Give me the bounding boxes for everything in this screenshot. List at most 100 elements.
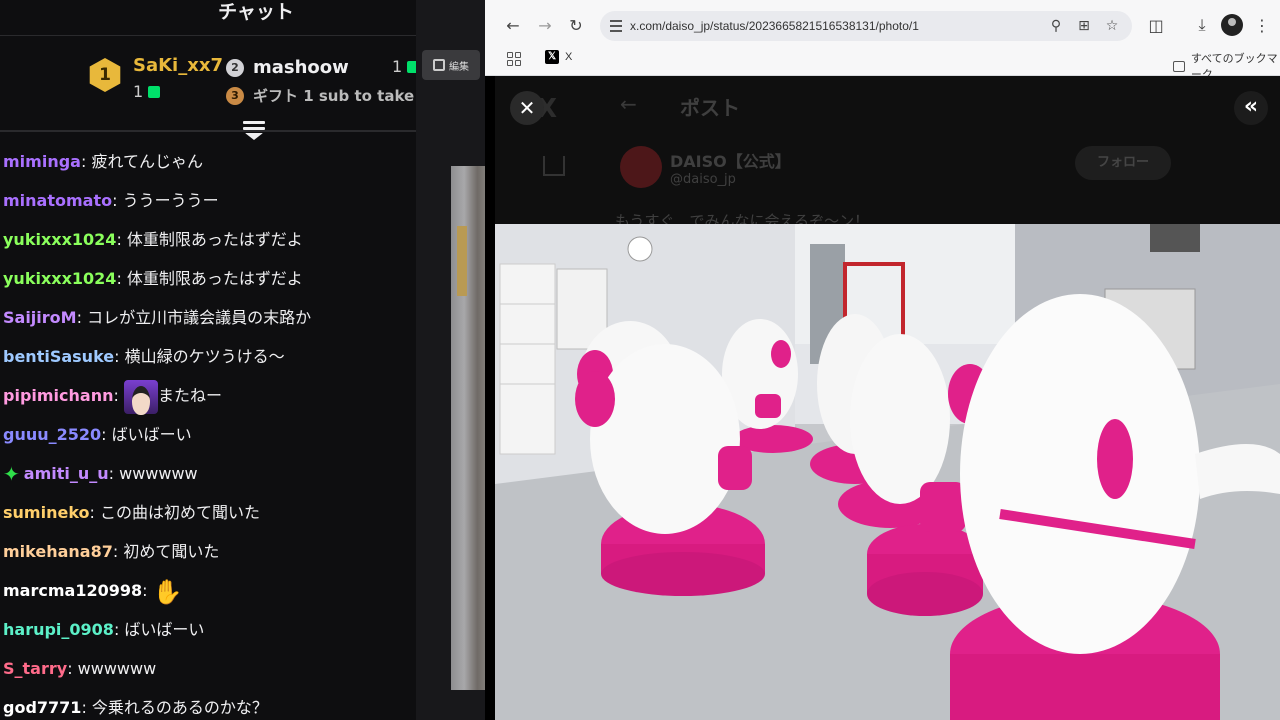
post-page-title: ポスト (680, 96, 740, 120)
chat-message: marcma120998: ✋ (0, 571, 416, 610)
back-icon[interactable]: ← (499, 11, 527, 39)
gift-icon (148, 85, 161, 98)
dimmed-post-background: X ← ポスト DAISO【公式】 @daiso_jp フォロー もうすぐ でみ… (495, 76, 1280, 230)
chat-username[interactable]: S_tarry (3, 659, 67, 678)
chat-separator: : (80, 152, 92, 171)
gift-prompt-text: ギフト 1 sub to take 3th (253, 87, 416, 105)
divider (0, 130, 416, 132)
chat-message: S_tarry: wwwwww (0, 649, 416, 688)
chat-username[interactable]: yukixxx1024 (3, 269, 116, 288)
edit-button[interactable]: 編集 (422, 50, 480, 80)
chat-username[interactable]: miminga (3, 152, 81, 171)
rank-2-badge-icon: 2 (226, 58, 244, 77)
chat-message-text: wwwwww (77, 659, 157, 678)
chat-username[interactable]: marcma120998 (3, 581, 142, 600)
chat-username[interactable]: minatomato (3, 191, 112, 210)
chat-separator: : (142, 581, 153, 600)
gift-count: 1 (133, 82, 144, 101)
chat-username[interactable]: amiti_u_u (24, 464, 109, 483)
bookmarks-bar: 𝕏 X すべてのブックマーク (485, 44, 1280, 81)
chat-message: SaijiroM: コレが立川市議会議員の末路か (0, 298, 416, 337)
chat-username[interactable]: sumineko (3, 503, 90, 522)
leaderboard-first[interactable]: 1 (88, 58, 122, 92)
chat-message: pipimichann: またねー (0, 376, 416, 415)
leaderboard-second-count: 1 (392, 57, 416, 76)
bookmark-x[interactable]: 𝕏 X (545, 50, 572, 64)
chat-message-text: 体重制限あったはずだよ (126, 269, 303, 288)
forward-icon[interactable]: → (531, 11, 559, 39)
chat-username[interactable]: yukixxx1024 (3, 230, 116, 249)
post-photo-elephant-mascots (495, 224, 1280, 720)
face-emote-icon[interactable] (123, 379, 158, 415)
follow-button: フォロー (1075, 146, 1171, 180)
chat-message-text: 初めて聞いた (123, 542, 220, 561)
rank-3-badge-icon: 3 (226, 86, 244, 105)
chat-separator: : (114, 347, 125, 366)
downloads-icon[interactable]: ⤓ (1188, 11, 1216, 39)
chat-message-text: 疲れてんじゃん (91, 152, 203, 171)
chat-message-text: 体重制限あったはずだよ (126, 230, 303, 249)
rank-1-badge-icon: 1 (89, 58, 121, 92)
address-bar[interactable]: x.com/daiso_jp/status/202366582151653813… (600, 11, 1132, 41)
chat-header: チャット (0, 0, 416, 36)
chat-message: guuu_2520: ばいばーい (0, 415, 416, 454)
browser-window: ← → ↻ x.com/daiso_jp/status/202366582151… (485, 0, 1280, 720)
bookmark-star-icon[interactable]: ☆ (1102, 16, 1122, 36)
gift-icon (407, 60, 416, 73)
profile-avatar-icon[interactable] (1221, 14, 1243, 36)
chat-username[interactable]: bentiSasuke (3, 347, 114, 366)
author-avatar (620, 146, 662, 188)
hands-emote-icon[interactable]: ✋ (153, 577, 183, 607)
chat-message: god7771: 今乗れるのあるのかな？ (0, 688, 416, 720)
collapse-panel-chevron-icon[interactable]: « (1234, 91, 1268, 125)
leaderboard-second[interactable]: 2 mashoow (226, 57, 349, 78)
chat-message: ✦ amiti_u_u: wwwwww (0, 454, 416, 493)
collapse-leaderboard-icon[interactable] (243, 121, 265, 141)
chat-separator: : (81, 698, 92, 717)
chat-panel: チャット 1 SaKi_xx7 1 2 mashoow 1 3 ギフト 1 su… (0, 0, 416, 720)
gift-count: 1 (392, 57, 403, 76)
leaderboard-first-count: 1 (133, 82, 161, 101)
chat-message-text: またねー (157, 386, 222, 405)
chat-message: minatomato: ううーううー (0, 181, 416, 220)
chat-message: sumineko: この曲は初めて聞いた (0, 493, 416, 532)
leaderboard-first-name[interactable]: SaKi_xx7 (133, 55, 223, 76)
chat-username[interactable]: god7771 (3, 698, 81, 717)
chat-message-text: ばいばーい (111, 425, 192, 444)
chat-separator: : (76, 308, 88, 327)
chat-username[interactable]: pipimichann (3, 386, 113, 405)
chat-username[interactable]: guuu_2520 (3, 425, 101, 444)
chat-message: miminga: 疲れてんじゃん (0, 142, 416, 181)
chat-username[interactable]: harupi_0908 (3, 620, 114, 639)
back-arrow-icon: ← (620, 92, 637, 116)
edit-button-label: 編集 (449, 61, 469, 73)
chat-separator: : (116, 230, 127, 249)
reload-icon[interactable]: ↻ (562, 11, 590, 39)
chat-message-text: この曲は初めて聞いた (100, 503, 261, 522)
url-text[interactable]: x.com/daiso_jp/status/202366582151653813… (630, 11, 919, 41)
post-author-handle: @daiso_jp (670, 172, 736, 187)
x-photo-viewer: X ← ポスト DAISO【公式】 @daiso_jp フォロー もうすぐ でみ… (495, 76, 1280, 720)
chat-message: harupi_0908: ばいばーい (0, 610, 416, 649)
zoom-icon[interactable]: ⚲ (1046, 16, 1066, 36)
chat-message-text: コレが立川市議会議員の末路か (87, 308, 312, 327)
chat-message-text: 今乗れるのあるのかな？ (91, 698, 268, 717)
chat-username[interactable]: mikehana87 (3, 542, 113, 561)
site-info-icon[interactable] (610, 20, 622, 32)
close-icon[interactable]: ✕ (510, 91, 544, 125)
chat-separator: : (112, 191, 123, 210)
gift-leaderboard: 1 SaKi_xx7 1 2 mashoow 1 3 ギフト 1 sub to … (0, 36, 416, 130)
chat-username[interactable]: SaijiroM (3, 308, 77, 327)
edit-icon (433, 59, 445, 71)
x-logo-icon: 𝕏 (545, 50, 559, 64)
chat-separator: : (113, 386, 124, 405)
menu-kebab-icon[interactable]: ⋮ (1248, 11, 1276, 39)
install-app-icon[interactable]: ⊞ (1074, 16, 1094, 36)
chat-separator: : (112, 542, 124, 561)
extensions-icon[interactable]: ◫ (1142, 11, 1170, 39)
sparkle-badge-icon: ✦ (3, 462, 20, 486)
leaderboard-third[interactable]: 3 ギフト 1 sub to take 3th (226, 85, 416, 106)
chat-message: mikehana87: 初めて聞いた (0, 532, 416, 571)
chat-message-text: ばいばーい (124, 620, 205, 639)
apps-grid-icon[interactable] (507, 52, 521, 66)
